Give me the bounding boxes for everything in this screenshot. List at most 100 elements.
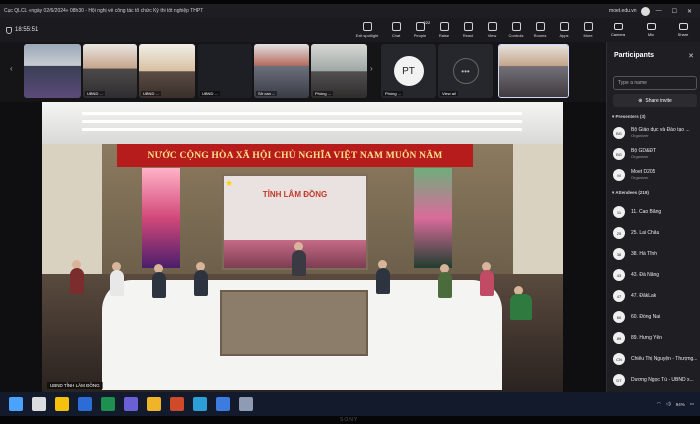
toolbar-tools: Exit spotlight Chat 222 People Raise React Vie…	[350, 18, 600, 42]
people-icon: 222	[415, 20, 430, 31]
powerpoint-icon[interactable]	[170, 397, 184, 411]
participant-name: Bộ GD&ĐT Organizer	[631, 148, 657, 159]
room-ceiling	[42, 102, 563, 144]
video-tile[interactable]: UBND ...	[139, 44, 195, 98]
excel-icon[interactable]	[101, 397, 115, 411]
view-all-tile[interactable]: ••• View all	[438, 44, 493, 98]
toolbar-label: Raise	[438, 33, 450, 38]
participant-tile[interactable]: PT Phòng ...	[381, 44, 436, 98]
toolbar-people-button[interactable]: 222 People	[408, 18, 432, 42]
participant-row[interactable]: M Moet D205 Organizer	[613, 166, 699, 184]
participant-row[interactable]: CN Chiểu Thị Nguyện - Thượng...	[613, 350, 699, 368]
app-icon[interactable]	[239, 397, 253, 411]
avatar: M	[613, 169, 625, 181]
participant-row[interactable]: DT Dương Ngọc Tú - UBND x...	[613, 371, 699, 389]
edge-icon[interactable]	[193, 397, 207, 411]
search-icon[interactable]	[32, 397, 46, 411]
avatar: 38	[613, 248, 625, 260]
toolbar-label: Exit spotlight	[355, 33, 379, 38]
screen-text: TỈNH LÂM ĐỒNG	[262, 190, 328, 199]
toolbar-apps-button[interactable]: Apps	[552, 18, 576, 42]
share-button[interactable]: Share	[672, 20, 694, 40]
share-icon	[678, 23, 688, 30]
word-icon[interactable]	[78, 397, 92, 411]
toolbar-chat-button[interactable]: Chat	[384, 18, 408, 42]
window-controls: — ☐ ✕	[656, 8, 692, 15]
presenters-header[interactable]: ▾ Presenters (3)	[612, 114, 646, 120]
camera-button[interactable]: Camera	[607, 20, 629, 40]
share-invite-label: Share invite	[645, 97, 672, 104]
participant-row[interactable]: 25 25. Lai Châu	[613, 224, 699, 242]
battery-label[interactable]: 94%	[676, 402, 685, 407]
toolbar-spotlight-button[interactable]: Exit spotlight	[350, 18, 384, 42]
windows-start-icon[interactable]	[9, 397, 23, 411]
camera-icon	[613, 23, 623, 30]
more-icon	[583, 22, 593, 31]
video-tile[interactable]	[24, 44, 81, 98]
participant-row[interactable]: 38 38. Hà Tĩnh	[613, 245, 699, 263]
close-icon[interactable]: ✕	[688, 52, 694, 60]
teams-icon[interactable]	[124, 397, 138, 411]
video-tile[interactable]: Sở can ...	[254, 44, 309, 98]
chevron-right-icon[interactable]: ›	[370, 64, 373, 73]
spotlight-icon	[362, 22, 372, 31]
led-screen-left	[142, 168, 180, 268]
wifi-icon[interactable]: ◠	[657, 401, 661, 407]
volume-icon[interactable]: ◁)	[666, 401, 671, 407]
participant-row[interactable]: 43 43. Đà Nẵng	[613, 266, 699, 284]
toolbar-label: Rooms	[533, 33, 547, 38]
shield-icon	[6, 26, 12, 34]
participant-name: 60. Đồng Nai	[631, 314, 661, 320]
toolbar-label: Controls	[508, 33, 524, 38]
avatar: CN	[613, 353, 625, 365]
mic-button[interactable]: Mic	[640, 20, 662, 40]
participant-row[interactable]: 47 47. ĐăkLak	[613, 287, 699, 305]
share-invite-button[interactable]: ⊕ Share invite	[613, 94, 697, 107]
spotlight-video[interactable]: NƯỚC CỘNG HÒA XÃ HỘI CHỦ NGHĨA VIỆT NAM …	[42, 102, 563, 392]
chrome-icon[interactable]	[55, 397, 69, 411]
raise-hand-icon	[439, 22, 449, 31]
participant-row[interactable]: BG Bộ GD&ĐT Organizer	[613, 145, 699, 163]
toolbar-react-button[interactable]: React	[456, 18, 480, 42]
avatar: 60	[613, 311, 625, 323]
video-tile-self[interactable]	[498, 44, 569, 98]
minimize-icon[interactable]: —	[656, 8, 662, 15]
participant-name: 89. Hưng Yên	[631, 335, 663, 341]
toolbar-label: More	[583, 33, 593, 38]
main-stage: NƯỚC CỘNG HÒA XÃ HỘI CHỦ NGHĨA VIỆT NAM …	[0, 102, 606, 392]
video-tile[interactable]: UBND ...	[83, 44, 137, 98]
attendees-header[interactable]: ▾ Attendees (219)	[612, 190, 649, 196]
battery-icon: ▭	[689, 401, 694, 406]
account-label[interactable]: moet.edu.vn	[609, 8, 637, 14]
participant-name: 47. ĐăkLak	[631, 293, 657, 299]
maximize-icon[interactable]: ☐	[672, 8, 677, 15]
participant-search-input[interactable]: Type a name	[613, 76, 697, 90]
chevron-left-icon[interactable]: ‹	[10, 64, 13, 73]
controls-icon	[511, 22, 521, 31]
participant-row[interactable]: 89 89. Hưng Yên	[613, 329, 699, 347]
toolbar-view-button[interactable]: View	[480, 18, 504, 42]
camera-label: Camera	[610, 32, 626, 37]
participant-row[interactable]: 60 60. Đồng Nai	[613, 308, 699, 326]
toolbar-more-button[interactable]: More	[576, 18, 600, 42]
participant-row[interactable]: BG Bộ Giáo dục và Đào tạo ... Organizer	[613, 124, 699, 142]
file-explorer-icon[interactable]	[147, 397, 161, 411]
toolbar-rooms-button[interactable]: Rooms	[528, 18, 552, 42]
tile-label: Phòng ...	[383, 91, 404, 96]
account-avatar[interactable]	[640, 6, 650, 16]
toolbar-controls-button[interactable]: Controls	[504, 18, 528, 42]
tile-label: UBND ...	[141, 91, 161, 96]
participant-name: 38. Hà Tĩnh	[631, 251, 658, 257]
toolbar-label: People	[413, 33, 427, 38]
close-icon[interactable]: ✕	[687, 8, 692, 15]
tile-label: Phòng ...	[313, 91, 334, 96]
view-icon	[487, 22, 497, 31]
center-podium	[220, 290, 368, 356]
apps-icon	[559, 22, 569, 31]
participant-row[interactable]: 11 11. Cao Bằng	[613, 203, 699, 221]
video-tile[interactable]: UBND ...	[198, 44, 252, 98]
mail-icon[interactable]	[216, 397, 230, 411]
video-tile[interactable]: Phòng ...	[311, 44, 367, 98]
tile-label: UBND ...	[200, 91, 220, 96]
toolbar-raise-hand-button[interactable]: Raise	[432, 18, 456, 42]
